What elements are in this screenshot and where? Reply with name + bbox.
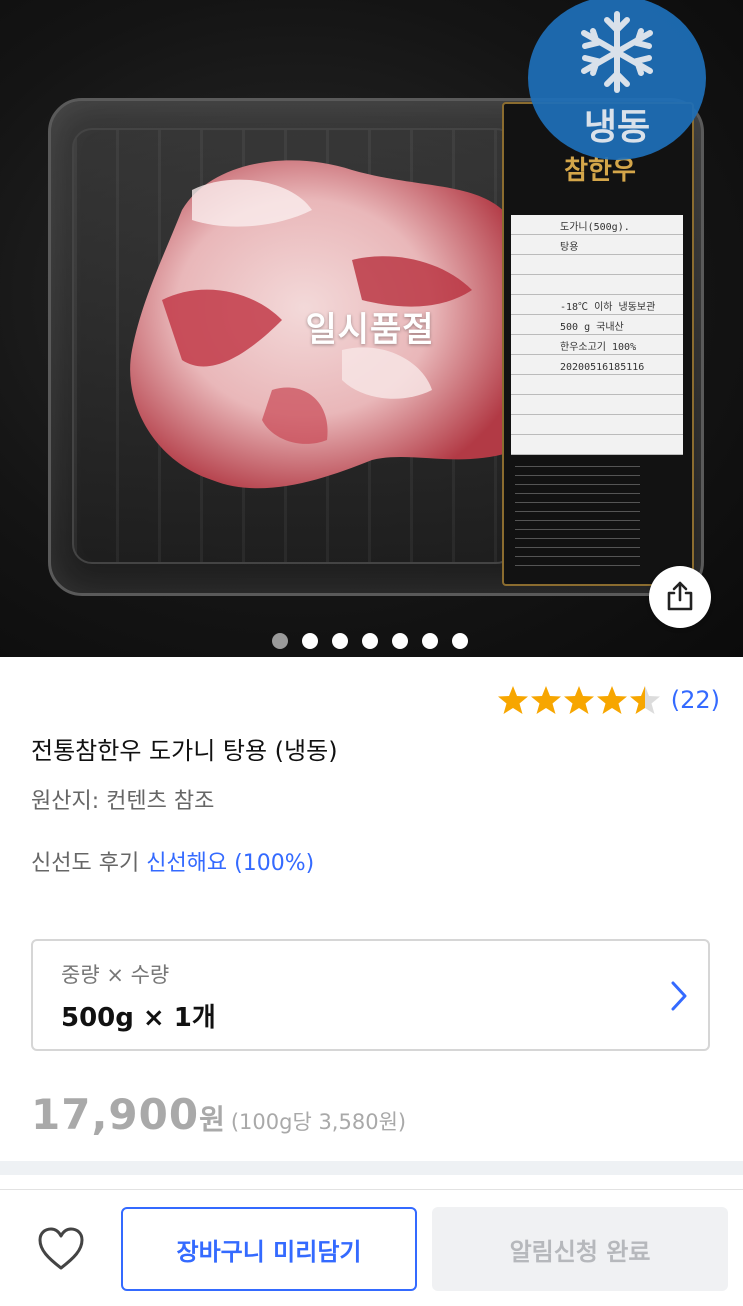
product-title: 전통참한우 도가니 탕용 (냉동) [31, 737, 338, 765]
carousel-indicator [272, 633, 468, 649]
sold-out-overlay: 일시품절 [305, 310, 435, 350]
carousel-dot[interactable] [272, 633, 288, 649]
star-icon [497, 686, 528, 714]
share-icon [667, 581, 693, 611]
star-icon [530, 686, 561, 714]
star-icon [563, 686, 594, 714]
product-rating[interactable]: (22) [497, 684, 720, 716]
label-fine-print [515, 458, 640, 568]
unit-price: (100g당 3,580원) [230, 1110, 407, 1134]
review-count[interactable]: (22) [671, 686, 720, 714]
option-selector[interactable]: 중량 × 수량 500g × 1개 [31, 939, 710, 1051]
label-rows: 도가니(500g). 탕용 -18℃ 이하 냉동보관 500 g 국내산 한우소… [560, 222, 656, 373]
add-to-cart-button[interactable]: 장바구니 미리담기 [121, 1207, 417, 1291]
price-section: 17,900 원 (100g당 3,580원) [31, 1090, 406, 1139]
restock-notify-button[interactable]: 알림신청 완료 [432, 1207, 728, 1291]
wishlist-button[interactable] [36, 1226, 86, 1272]
product-image-carousel[interactable]: 참한우 도가니(500g). 탕용 -18℃ 이하 냉동보관 500 g 국내산… [0, 0, 743, 657]
carousel-dot[interactable] [452, 633, 468, 649]
chevron-right-icon [671, 981, 687, 1011]
carousel-dot[interactable] [332, 633, 348, 649]
section-divider [0, 1161, 743, 1175]
frozen-badge: 냉동 [528, 0, 706, 160]
freshness-value[interactable]: 신선해요 (100%) [146, 851, 314, 876]
carousel-dot[interactable] [392, 633, 408, 649]
snowflake-icon [581, 11, 653, 93]
star-icon [629, 686, 660, 714]
share-button[interactable] [649, 566, 711, 628]
option-label: 중량 × 수량 [61, 963, 170, 987]
price-currency: 원 [199, 1103, 225, 1136]
price-amount: 17,900 [31, 1090, 200, 1139]
option-value: 500g × 1개 [61, 1003, 216, 1033]
product-origin: 원산지: 컨텐츠 참조 [31, 789, 215, 814]
carousel-dot[interactable] [362, 633, 378, 649]
freshness-review: 신선도 후기 신선해요 (100%) [31, 845, 314, 877]
freshness-label: 신선도 후기 [31, 851, 140, 876]
heart-icon [38, 1227, 84, 1270]
bottom-action-bar: 장바구니 미리담기 알림신청 완료 [0, 1189, 743, 1306]
star-icon [596, 686, 627, 714]
carousel-dot[interactable] [422, 633, 438, 649]
carousel-dot[interactable] [302, 633, 318, 649]
frozen-badge-text: 냉동 [583, 107, 651, 148]
rating-stars [497, 684, 661, 716]
